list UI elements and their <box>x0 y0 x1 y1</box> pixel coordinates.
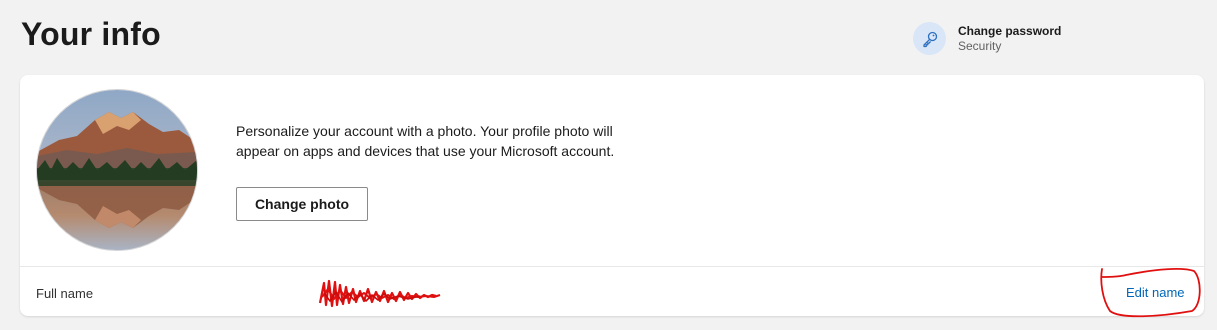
change-password-title: Change password <box>958 23 1062 38</box>
change-photo-button[interactable]: Change photo <box>236 187 368 221</box>
name-redaction-scribble <box>316 275 446 316</box>
photo-description: Personalize your account with a photo. Y… <box>236 123 615 159</box>
full-name-label: Full name <box>36 286 94 301</box>
annotation-circle <box>1096 265 1204 324</box>
profile-card: Personalize your account with a photo. Y… <box>20 75 1204 318</box>
key-icon <box>913 22 946 55</box>
change-password-subtitle: Security <box>958 38 1002 53</box>
avatar[interactable] <box>37 90 197 250</box>
page-title: Your info <box>21 16 161 52</box>
divider <box>20 266 1204 267</box>
change-password-link[interactable]: Change password Security <box>913 22 1061 55</box>
